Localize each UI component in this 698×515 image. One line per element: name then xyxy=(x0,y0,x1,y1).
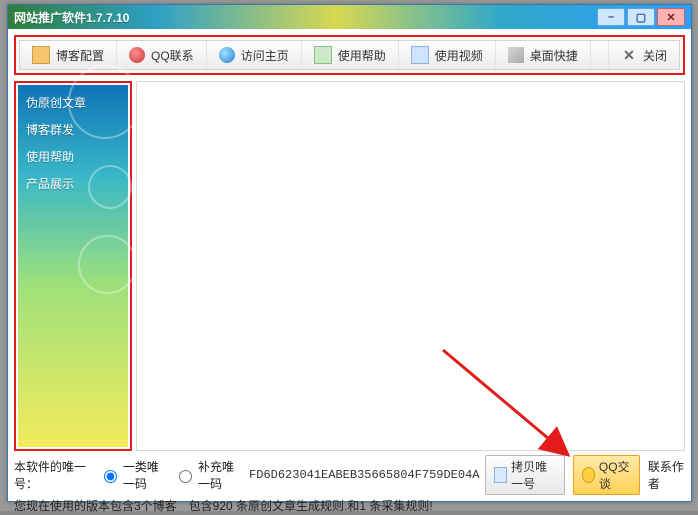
visit-homepage-button[interactable]: 访问主页 xyxy=(207,41,302,69)
help-button[interactable]: 使用帮助 xyxy=(302,41,399,69)
video-button[interactable]: 使用视频 xyxy=(399,41,496,69)
unique-code-label: 本软件的唯一号： xyxy=(14,458,93,492)
sidebar-item-label: 使用帮助 xyxy=(26,150,74,164)
toolbar-label: QQ联系 xyxy=(151,47,194,64)
copy-code-label: 拷贝唯一号 xyxy=(511,458,556,492)
blog-config-icon xyxy=(32,46,50,64)
close-icon: ✕ xyxy=(621,47,637,63)
toolbar: 博客配置 QQ联系 访问主页 使用帮助 使用视频 xyxy=(19,40,680,70)
app-window: 网站推广软件1.7.7.10 – ▢ ✕ 博客配置 QQ联系 访问主页 xyxy=(7,4,692,502)
sidebar-highlight-box: 伪原创文章 博客群发 使用帮助 产品展示 xyxy=(14,81,132,451)
sidebar-item-help[interactable]: 使用帮助 xyxy=(20,143,126,170)
video-icon xyxy=(411,46,429,64)
footer: 本软件的唯一号： 一类唯一码 补充唯一码 FD6D623041EABEB3566… xyxy=(14,455,685,515)
toolbar-label: 桌面快捷 xyxy=(530,47,578,64)
sidebar-menu: 伪原创文章 博客群发 使用帮助 产品展示 xyxy=(18,85,128,201)
window-title: 网站推广软件1.7.7.10 xyxy=(14,9,597,26)
toolbar-label: 博客配置 xyxy=(56,47,104,64)
window-close-button[interactable]: ✕ xyxy=(657,8,685,26)
copy-code-button[interactable]: 拷贝唯一号 xyxy=(485,455,565,495)
radio-type1-input[interactable] xyxy=(104,470,117,483)
window-controls: – ▢ ✕ xyxy=(597,8,685,26)
toolbar-label: 使用帮助 xyxy=(338,47,386,64)
copy-icon xyxy=(494,467,507,483)
toolbar-label: 访问主页 xyxy=(241,47,289,64)
radio-type2-input[interactable] xyxy=(179,470,192,483)
sidebar-item-label: 产品展示 xyxy=(26,177,74,191)
sidebar-item-label: 博客群发 xyxy=(26,123,74,137)
radio-type2-label: 补充唯一码 xyxy=(198,458,243,492)
radio-type1[interactable]: 一类唯一码 xyxy=(99,458,168,492)
qq-contact-button[interactable]: QQ联系 xyxy=(117,41,207,69)
contact-author-link[interactable]: 联系作者 xyxy=(648,458,685,492)
sidebar-item-label: 伪原创文章 xyxy=(26,96,86,110)
toolbar-spacer xyxy=(591,41,608,69)
titlebar: 网站推广软件1.7.7.10 – ▢ ✕ xyxy=(8,5,691,29)
desktop-shortcut-button[interactable]: 桌面快捷 xyxy=(496,41,591,69)
radio-type2[interactable]: 补充唯一码 xyxy=(174,458,243,492)
minimize-button[interactable]: – xyxy=(597,8,625,26)
content-area xyxy=(136,81,685,451)
help-icon xyxy=(314,46,332,64)
sidebar-item-blog-broadcast[interactable]: 博客群发 xyxy=(20,116,126,143)
desktop-shortcut-icon xyxy=(508,47,524,63)
qq-chat-button[interactable]: QQ交谈 xyxy=(573,455,639,495)
sidebar-item-pseudo-original[interactable]: 伪原创文章 xyxy=(20,89,126,116)
globe-icon xyxy=(219,47,235,63)
unique-code-value: FD6D623041EABEB35665804F759DE04A xyxy=(249,468,479,482)
sidebar-item-product-show[interactable]: 产品展示 xyxy=(20,170,126,197)
toolbar-label: 使用视频 xyxy=(435,47,483,64)
sidebar: 伪原创文章 博客群发 使用帮助 产品展示 xyxy=(18,85,128,447)
maximize-button[interactable]: ▢ xyxy=(627,8,655,26)
radio-type1-label: 一类唯一码 xyxy=(123,458,168,492)
toolbar-close-button[interactable]: ✕ 关闭 xyxy=(608,41,679,69)
qq-contact-icon xyxy=(129,47,145,63)
main-body: 伪原创文章 博客群发 使用帮助 产品展示 xyxy=(14,81,685,451)
qq-chat-icon xyxy=(582,467,595,483)
footer-actions: 拷贝唯一号 QQ交谈 联系作者 xyxy=(485,455,685,495)
qq-chat-label: QQ交谈 xyxy=(599,458,631,492)
toolbar-close-label: 关闭 xyxy=(643,47,667,64)
